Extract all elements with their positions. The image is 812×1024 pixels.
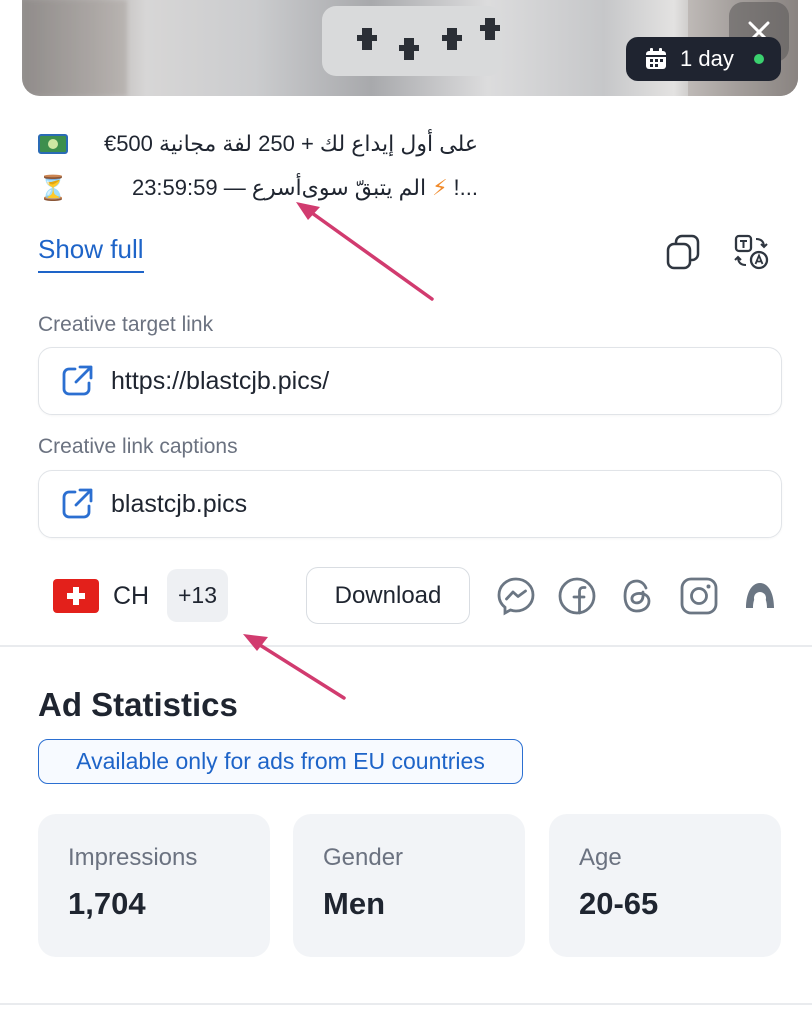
impressions-label: Impressions [68, 844, 198, 871]
messenger-icon[interactable] [496, 576, 536, 616]
switzerland-flag-icon [53, 579, 99, 613]
hourglass-icon: ⏳ [38, 174, 68, 202]
gender-card: Gender Men [293, 814, 525, 957]
calendar-icon [646, 48, 666, 69]
external-link-icon [62, 488, 93, 519]
description-text-2: أسرع — 23:59:59 الم يتبقّ سوى ⚡ !... [132, 175, 478, 201]
external-link-icon [62, 365, 93, 396]
description-text-1: على أول إيداع لك + 250 لفة مجانية 500€ [103, 131, 478, 156]
age-value: 20-65 [579, 886, 659, 921]
annotation-arrow-countries [243, 634, 346, 700]
impressions-value: 1,704 [68, 886, 146, 921]
pattern-mark [480, 18, 500, 40]
link-caption-field[interactable]: blastcjb.pics [38, 470, 782, 538]
download-button[interactable]: Download [306, 567, 470, 624]
pattern-mark [357, 28, 377, 50]
ad-description: على أول إيداع لك + 250 لفة مجانية 500€ ⏳… [38, 126, 478, 206]
duration-badge: 1 day [626, 37, 781, 81]
pattern-mark [399, 38, 419, 60]
impressions-card: Impressions 1,704 [38, 814, 270, 957]
description-text-2b: الم يتبقّ سوى [301, 175, 427, 200]
annotation-arrow-description [296, 202, 434, 301]
money-emoji-icon [38, 134, 68, 154]
target-link-value: https://blastcjb.pics/ [111, 366, 330, 395]
audience-network-icon[interactable] [740, 576, 780, 616]
eu-availability-notice: Available only for ads from EU countries [38, 739, 523, 784]
target-link-label: Creative target link [38, 313, 214, 336]
age-card: Age 20-65 [549, 814, 781, 957]
translate-icon [734, 234, 769, 270]
link-caption-value: blastcjb.pics [111, 489, 248, 518]
ad-statistics-title: Ad Statistics [38, 686, 238, 723]
description-text-2a: أسرع — 23:59:59 [131, 175, 302, 200]
copy-icon [666, 234, 700, 270]
gender-label: Gender [323, 844, 404, 871]
translate-button[interactable] [731, 232, 771, 272]
copy-button[interactable] [663, 232, 703, 272]
media-blur-left [22, 0, 127, 96]
description-line-2: ⏳ أسرع — 23:59:59 الم يتبقّ سوى ⚡ !... [38, 170, 478, 206]
country-code: CH [113, 582, 150, 610]
target-link-field[interactable]: https://blastcjb.pics/ [38, 347, 782, 415]
duration-text: 1 day [680, 46, 734, 71]
instagram-icon[interactable] [679, 576, 719, 616]
description-line-1: على أول إيداع لك + 250 لفة مجانية 500€ [38, 126, 478, 162]
threads-icon[interactable] [618, 576, 658, 616]
link-captions-label: Creative link captions [38, 435, 238, 458]
more-countries-badge[interactable]: +13 [167, 569, 228, 622]
lightning-icon: ⚡ [432, 175, 448, 200]
active-status-dot [754, 54, 764, 64]
flag-cross [67, 587, 85, 605]
section-divider [0, 645, 812, 647]
age-label: Age [579, 844, 622, 871]
gender-value: Men [323, 886, 385, 921]
bottom-divider [0, 1003, 812, 1005]
media-sweater-pattern [322, 6, 502, 76]
description-text-2c: !... [453, 175, 478, 200]
facebook-icon[interactable] [557, 576, 597, 616]
pattern-mark [442, 28, 462, 50]
show-full-link[interactable]: Show full [38, 234, 144, 273]
